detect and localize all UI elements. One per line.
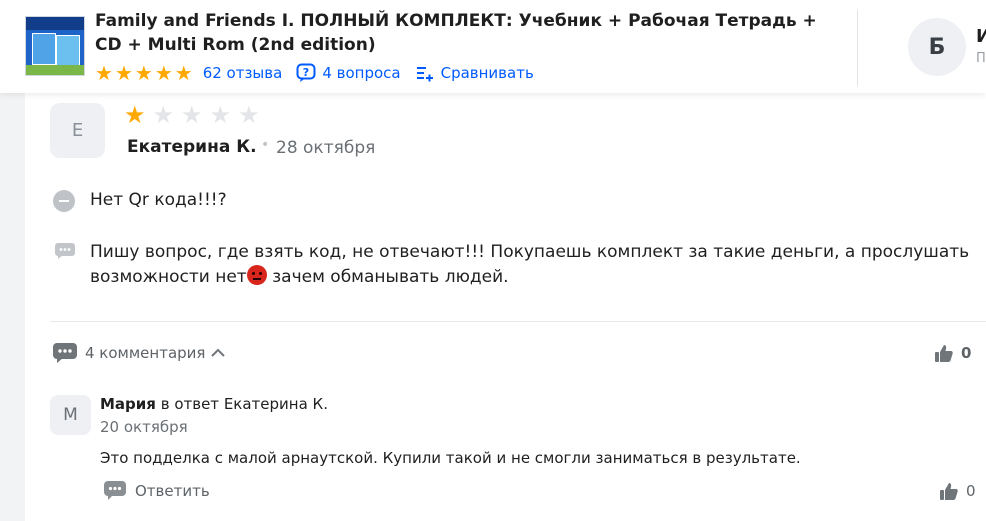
review-comment-part2: зачем обманывать людей. — [266, 267, 509, 287]
review-comment-part1: Пишу вопрос, где взять код, не отвечают!… — [90, 242, 970, 287]
question-bubble-icon: ? — [296, 63, 316, 82]
reply-like-count: 0 — [966, 482, 976, 500]
reply-author: Мария — [100, 395, 156, 413]
product-rating-stars: ★ ★ ★ ★ ★ — [95, 63, 193, 83]
review-rating-stars: ★ ★ ★ ★ ★ — [124, 103, 260, 127]
star-icon: ★ — [95, 61, 113, 85]
separator-dot: • — [261, 137, 270, 153]
thumbnail-book-front — [32, 33, 56, 65]
seller-name[interactable]: И — [976, 26, 986, 47]
reply-to-label: в ответ Екатерина К. — [160, 395, 328, 413]
star-icon: ★ — [134, 61, 153, 85]
review-cons: Нет Qr кода!!!? — [90, 190, 227, 210]
compare-link[interactable]: Сравнивать — [415, 63, 534, 83]
thumbs-up-icon — [940, 483, 958, 500]
star-icon: ★ — [174, 61, 193, 85]
thumbs-up-icon — [935, 345, 953, 362]
compare-icon — [416, 67, 433, 82]
questions-link[interactable]: ? 4 вопроса — [296, 63, 401, 83]
questions-link-label: 4 вопроса — [322, 64, 401, 82]
star-empty-icon: ★ — [181, 101, 203, 129]
review-like-count: 0 — [961, 344, 972, 362]
reply-date: 20 октября — [100, 418, 188, 436]
star-empty-icon: ★ — [152, 101, 175, 129]
reply-header: Мария в ответ Екатерина К. — [100, 395, 328, 413]
angry-face-emoji-icon — [246, 265, 267, 285]
reply-text: Это подделка с малой арнаутской. Купили … — [100, 449, 801, 467]
star-empty-icon: ★ — [209, 101, 232, 129]
product-sticky-header: Family and Friends I. ПОЛНЫЙ КОМПЛЕКТ: У… — [0, 0, 986, 93]
svg-text:?: ? — [303, 66, 309, 79]
seller-avatar[interactable]: Б — [908, 18, 966, 76]
star-icon: ★ — [154, 61, 173, 85]
product-thumbnail[interactable] — [25, 16, 85, 76]
reply-button-label: Ответить — [135, 482, 210, 500]
reply-like-button[interactable]: 0 — [940, 482, 976, 500]
comment-bubble-icon — [53, 343, 77, 363]
review-like-button[interactable]: 0 — [935, 344, 971, 362]
comment-bubble-icon — [104, 481, 126, 500]
review-comment: Пишу вопрос, где взять код, не отвечают!… — [90, 240, 986, 290]
reviews-link-label: 62 отзыва — [202, 64, 283, 82]
reviews-link[interactable]: 62 отзыва — [203, 64, 283, 82]
header-divider — [857, 10, 858, 86]
comments-toggle-button[interactable]: 4 комментария — [53, 343, 226, 363]
star-empty-icon: ★ — [238, 101, 260, 129]
reviewer-avatar: Е — [50, 103, 105, 158]
reply-button[interactable]: Ответить — [104, 481, 210, 501]
chevron-up-icon — [211, 348, 226, 357]
review-author: Екатерина К. — [127, 137, 257, 157]
product-title[interactable]: Family and Friends I. ПОЛНЫЙ КОМПЛЕКТ: У… — [95, 9, 835, 57]
comment-bubble-icon — [55, 243, 75, 259]
thumbnail-band — [26, 17, 84, 30]
minus-circle-icon — [53, 190, 75, 212]
product-meta-row: ★ ★ ★ ★ ★ 62 отзыва ? 4 вопроса Сравнива… — [95, 61, 548, 85]
review-divider — [50, 321, 986, 322]
comments-count-label: 4 комментария — [85, 344, 206, 362]
thumbnail-grass — [26, 65, 84, 75]
star-icon: ★ — [114, 61, 133, 85]
compare-link-label: Сравнивать — [440, 64, 534, 82]
star-filled-icon: ★ — [124, 101, 146, 129]
review-date: 28 октября — [276, 138, 376, 158]
seller-subtitle: П — [976, 51, 986, 66]
reply-avatar: М — [50, 395, 91, 435]
thumbnail-book-back — [56, 35, 80, 67]
